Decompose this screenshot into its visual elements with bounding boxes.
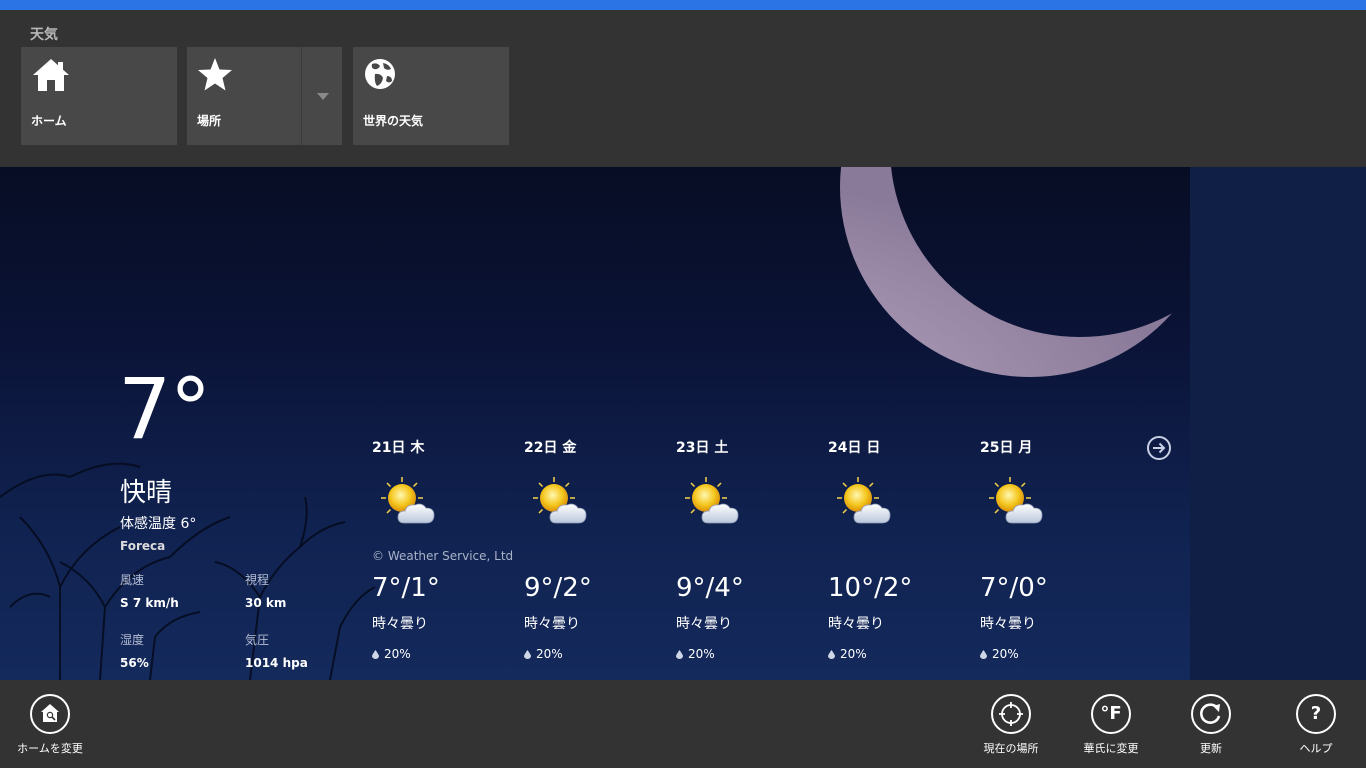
wind-label: 風速	[120, 573, 145, 587]
precip-value: 20%	[536, 647, 563, 661]
forecast-precip: 20%	[828, 647, 867, 661]
raindrop-icon	[676, 650, 683, 659]
precip-value: 20%	[688, 647, 715, 661]
precip-value: 20%	[840, 647, 867, 661]
current-condition: 快晴	[120, 478, 173, 508]
refresh-icon	[1191, 694, 1231, 734]
fahrenheit-glyph: °F	[1100, 703, 1122, 724]
nav-world-tile[interactable]: 世界の天気	[353, 47, 509, 145]
weather-panorama: 7° 快晴 体感温度 6° Foreca 風速 S 7 km/h 視程 30 k…	[0, 167, 1366, 680]
raindrop-icon	[828, 650, 835, 659]
forecast-condition: 時々曇り	[828, 616, 884, 632]
fahrenheit-icon: °F	[1091, 694, 1131, 734]
refresh-label: 更新	[1200, 742, 1222, 755]
current-temperature: 7°	[118, 360, 211, 458]
nav-places-tile[interactable]: 場所	[187, 47, 301, 145]
partly-cloudy-icon	[680, 473, 744, 529]
precip-value: 20%	[384, 647, 411, 661]
raindrop-icon	[980, 650, 987, 659]
next-arrow-icon[interactable]	[1146, 435, 1172, 461]
forecast-credit: © Weather Service, Ltd	[372, 549, 514, 563]
visibility-value: 30 km	[245, 596, 287, 610]
places-dropdown-button[interactable]	[301, 47, 342, 145]
app-title: 天気	[30, 27, 58, 43]
forecast-date: 24日 日	[828, 440, 881, 456]
humidity-label: 湿度	[120, 633, 145, 647]
change-home-button[interactable]: ホームを変更	[5, 694, 95, 760]
forecast-precip: 20%	[980, 647, 1019, 661]
visibility-stat: 視程 30 km	[245, 571, 286, 610]
nav-world-label: 世界の天気	[363, 114, 424, 128]
precip-value: 20%	[992, 647, 1019, 661]
feels-like: 体感温度 6°	[120, 516, 197, 532]
humidity-stat: 湿度 56%	[120, 631, 149, 670]
refresh-button[interactable]: 更新	[1166, 694, 1256, 760]
humidity-value: 56%	[120, 656, 149, 670]
wind-value: S 7 km/h	[120, 596, 179, 610]
partly-cloudy-icon	[528, 473, 592, 529]
forecast-date: 23日 土	[676, 440, 729, 456]
help-glyph: ?	[1310, 703, 1322, 724]
forecast-condition: 時々曇り	[372, 616, 428, 632]
crosshair-icon	[991, 694, 1031, 734]
chevron-down-icon	[317, 93, 329, 100]
current-location-button[interactable]: 現在の場所	[966, 694, 1056, 760]
nav-home-label: ホーム	[31, 114, 67, 128]
forecast-precip: 20%	[372, 647, 411, 661]
pressure-stat: 気圧 1014 hpa	[245, 631, 308, 670]
globe-icon	[365, 59, 395, 89]
forecast-date: 21日 木	[372, 440, 425, 456]
raindrop-icon	[524, 650, 531, 659]
partly-cloudy-icon	[376, 473, 440, 529]
forecast-date: 22日 金	[524, 440, 577, 456]
partly-cloudy-icon	[832, 473, 896, 529]
visibility-label: 視程	[245, 573, 270, 587]
side-panel	[1190, 167, 1366, 680]
star-icon	[198, 58, 232, 91]
app-bar: ホームを変更 現在の場所 °F 華氏に変更 更新 ? ヘルプ	[0, 680, 1366, 768]
forecast-condition: 時々曇り	[524, 616, 580, 632]
forecast-temps: 9°/2°	[524, 573, 592, 603]
current-location-label: 現在の場所	[983, 742, 1039, 755]
pressure-value: 1014 hpa	[245, 656, 308, 670]
nav-bar: 天気 ホーム 場所 世界の天気	[0, 10, 1366, 167]
forecast-condition: 時々曇り	[676, 616, 732, 632]
change-home-label: ホームを変更	[17, 742, 83, 755]
pressure-label: 気圧	[245, 633, 270, 647]
accent-bar	[0, 0, 1366, 10]
forecast-temps: 7°/0°	[980, 573, 1048, 603]
forecast-precip: 20%	[524, 647, 563, 661]
wind-stat: 風速 S 7 km/h	[120, 571, 179, 610]
home-icon	[33, 59, 69, 91]
forecast-temps: 9°/4°	[676, 573, 744, 603]
fahrenheit-label: 華氏に変更	[1083, 742, 1139, 755]
forecast-condition: 時々曇り	[980, 616, 1036, 632]
nav-home-tile[interactable]: ホーム	[21, 47, 177, 145]
home-search-icon	[30, 694, 70, 734]
forecast-temps: 10°/2°	[828, 573, 913, 603]
forecast-date: 25日 月	[980, 440, 1033, 456]
nav-places-label: 場所	[197, 114, 222, 128]
partly-cloudy-icon	[984, 473, 1048, 529]
forecast-temps: 7°/1°	[372, 573, 440, 603]
help-label: ヘルプ	[1299, 742, 1333, 755]
fahrenheit-button[interactable]: °F 華氏に変更	[1066, 694, 1156, 760]
help-button[interactable]: ? ヘルプ	[1271, 694, 1361, 760]
forecast-precip: 20%	[676, 647, 715, 661]
help-icon: ?	[1296, 694, 1336, 734]
data-source[interactable]: Foreca	[120, 539, 165, 553]
raindrop-icon	[372, 650, 379, 659]
night-sky-background: 7° 快晴 体感温度 6° Foreca 風速 S 7 km/h 視程 30 k…	[0, 167, 1190, 680]
